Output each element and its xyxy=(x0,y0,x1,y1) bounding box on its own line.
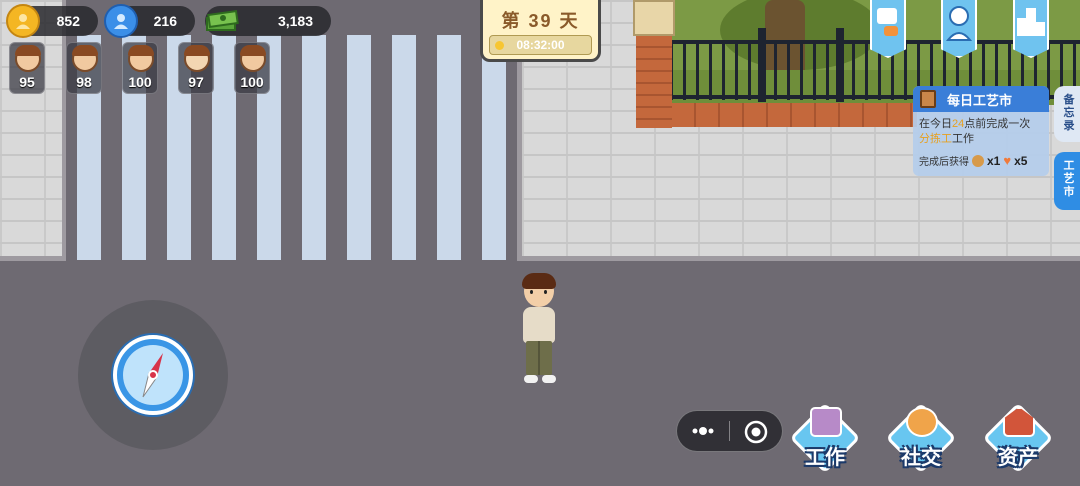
sun-icon xyxy=(495,41,504,50)
book-icon xyxy=(920,90,936,108)
curb-right xyxy=(517,256,1080,261)
reward-2-amount: x5 xyxy=(1014,153,1028,168)
memo-tab-label: 备忘录 xyxy=(1063,94,1075,132)
ranking-icon[interactable] xyxy=(1013,0,1049,58)
curb-left-edge xyxy=(62,0,66,261)
quest-description: 在今日24点前完成一次 分拣工工作 xyxy=(919,118,1031,145)
brick-wall xyxy=(672,103,917,127)
reward-1-amount: x1 xyxy=(987,153,1001,168)
capsule-divider xyxy=(729,421,730,441)
chat-bubble-icon[interactable] xyxy=(870,0,906,58)
stat-mood[interactable]: 97 xyxy=(178,42,214,94)
stat-hunger[interactable]: 95 xyxy=(9,42,45,94)
character-hungry-icon xyxy=(15,45,41,72)
miniprogram-capsule xyxy=(676,410,783,452)
work-icon xyxy=(810,407,842,437)
people-counter: 216 xyxy=(104,4,195,38)
quest-header: 每日工艺市 xyxy=(913,86,1049,112)
compass-icon[interactable] xyxy=(113,335,193,415)
clock: 08:32:00 xyxy=(489,35,592,55)
cash-counter: 3,183 xyxy=(205,6,331,36)
more-menu-icon[interactable] xyxy=(689,421,719,441)
cash-stack-icon xyxy=(205,4,239,38)
stat-health-value: 100 xyxy=(128,74,152,90)
cookie-icon xyxy=(972,154,984,167)
reward-label: 完成后获得 xyxy=(919,157,969,168)
stat-energy-value: 100 xyxy=(240,74,264,90)
day-title: 第 39 天 xyxy=(501,11,580,31)
day-panel: 第 39 天 08:32:00 xyxy=(480,0,601,62)
social-label: 社交 xyxy=(901,447,941,469)
close-miniprogram-icon[interactable] xyxy=(743,419,769,445)
person-icon xyxy=(104,4,138,38)
stat-energy[interactable]: 100 xyxy=(234,42,270,94)
cash-value: 3,183 xyxy=(277,13,313,29)
clock-time: 08:32:00 xyxy=(516,38,565,52)
curb-left xyxy=(0,256,66,261)
quest-reward: 完成后获得 x1 ♥ x5 xyxy=(919,153,1027,168)
assets-button[interactable]: 资产 xyxy=(982,402,1054,475)
stat-mood-value: 97 xyxy=(188,74,204,90)
stat-hunger-value: 95 xyxy=(19,74,35,90)
memo-tab[interactable]: 备忘录 xyxy=(1054,86,1080,142)
sidewalk-left xyxy=(0,0,62,256)
player-character[interactable] xyxy=(518,273,560,387)
assets-label: 资产 xyxy=(998,447,1038,469)
heart-icon: ♥ xyxy=(1003,153,1012,168)
social-icon xyxy=(906,407,938,437)
character-energy-icon xyxy=(240,45,266,72)
craft-tab-label: 工艺市 xyxy=(1063,160,1075,198)
people-value: 216 xyxy=(153,13,177,29)
craft-market-tab[interactable]: 工艺市 xyxy=(1054,152,1080,210)
gold-coin-icon xyxy=(6,4,40,38)
work-label: 工作 xyxy=(805,447,845,469)
stat-tired[interactable]: 98 xyxy=(66,42,102,94)
pillar-cap xyxy=(633,0,675,36)
character-tired-icon xyxy=(72,45,98,72)
character-mood-icon xyxy=(184,45,210,72)
quest-title: 每日工艺市 xyxy=(947,92,1013,108)
stat-tired-value: 98 xyxy=(76,74,92,90)
coin-value: 852 xyxy=(56,13,80,29)
profile-icon[interactable] xyxy=(941,0,977,58)
character-health-icon xyxy=(128,45,154,72)
work-button[interactable]: 工作 xyxy=(789,402,861,475)
coin-counter: 852 xyxy=(6,4,98,38)
daily-craft-quest-panel[interactable]: 每日工艺市 在今日24点前完成一次 分拣工工作 完成后获得 x1 ♥ x5 xyxy=(913,86,1049,176)
stat-health[interactable]: 100 xyxy=(122,42,158,94)
social-button[interactable]: 社交 xyxy=(885,402,957,475)
